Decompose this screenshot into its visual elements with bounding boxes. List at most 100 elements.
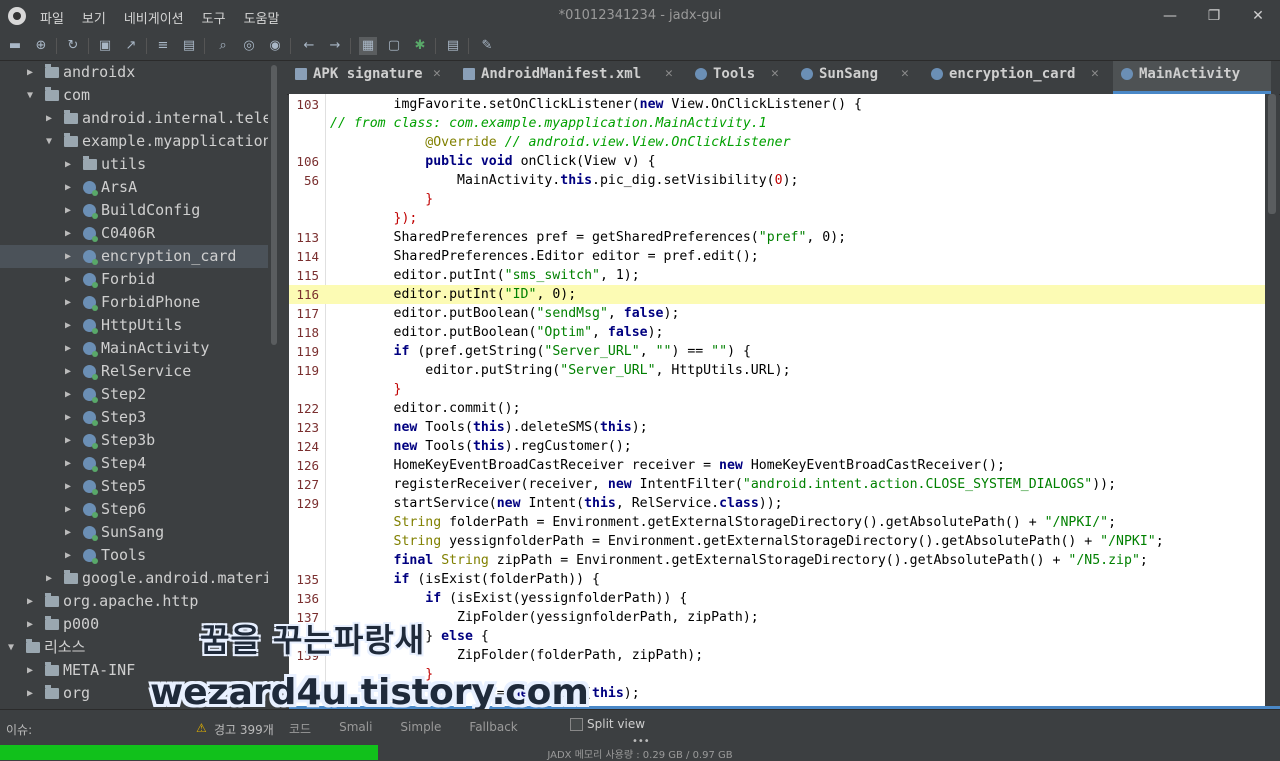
collapsed-arrow-icon[interactable]: ▶ xyxy=(27,61,39,84)
tree-item[interactable]: ▶ C0406R xyxy=(0,222,268,245)
collapsed-arrow-icon[interactable]: ▶ xyxy=(65,406,77,429)
tree-item[interactable]: ▼ com xyxy=(0,84,268,107)
expanded-arrow-icon[interactable]: ▼ xyxy=(46,130,58,153)
pane-splitter[interactable] xyxy=(281,61,287,709)
expanded-arrow-icon[interactable]: ▼ xyxy=(8,636,20,659)
collapsed-arrow-icon[interactable]: ▶ xyxy=(65,475,77,498)
code-line[interactable]: 115 editor.putInt("sms_switch", 1); xyxy=(289,266,1265,285)
collapsed-arrow-icon[interactable]: ▶ xyxy=(65,337,77,360)
decompile-icon[interactable]: ▦ xyxy=(359,37,377,55)
tree-item[interactable]: ▶ RelService xyxy=(0,360,268,383)
code-scroll-thumb[interactable] xyxy=(1268,94,1276,214)
warnings-count[interactable]: 경고 399개 xyxy=(214,721,274,738)
code-line[interactable]: 124 new Tools(this).regCustomer(); xyxy=(289,437,1265,456)
collapsed-arrow-icon[interactable]: ▶ xyxy=(65,498,77,521)
export-icon[interactable]: ↗ xyxy=(122,37,140,55)
tree-scrollbar[interactable] xyxy=(268,61,280,709)
code-line[interactable]: String folderPath = Environment.getExter… xyxy=(289,513,1265,532)
tree-item[interactable]: ▶ org.apache.http xyxy=(0,590,268,613)
tree-item[interactable]: ▶ HttpUtils xyxy=(0,314,268,337)
tree-item[interactable]: ▶ encryption_card xyxy=(0,245,268,268)
collapsed-arrow-icon[interactable]: ▶ xyxy=(65,452,77,475)
log-icon[interactable]: ▤ xyxy=(444,37,462,55)
close-tab-icon[interactable]: ✕ xyxy=(433,61,441,87)
collapsed-arrow-icon[interactable]: ▶ xyxy=(65,429,77,452)
bookmark-icon[interactable]: ▢ xyxy=(385,37,403,55)
tree-item[interactable]: ▶ android.internal.tele xyxy=(0,107,272,130)
tree-item[interactable]: ▶ Tools xyxy=(0,544,268,567)
close-tab-icon[interactable]: ✕ xyxy=(1091,61,1099,87)
package-icon[interactable]: ▤ xyxy=(180,37,198,55)
editor-tab[interactable]: MainActivity xyxy=(1113,61,1271,94)
close-tab-icon[interactable]: ✕ xyxy=(665,61,673,87)
collapsed-arrow-icon[interactable]: ▶ xyxy=(46,107,58,130)
code-line[interactable]: 118 editor.putBoolean("Optim", false); xyxy=(289,323,1265,342)
close-tab-icon[interactable]: ✕ xyxy=(901,61,909,87)
tree-item[interactable]: ▶ Step2 xyxy=(0,383,268,406)
tree-scroll-thumb[interactable] xyxy=(271,65,277,345)
expanded-arrow-icon[interactable]: ▼ xyxy=(27,84,39,107)
code-line[interactable]: // from class: com.example.myapplication… xyxy=(289,114,1265,133)
tree-item[interactable]: ▶ Forbid xyxy=(0,268,268,291)
editor-tab[interactable]: APK signature ✕ xyxy=(287,61,455,94)
collapsed-arrow-icon[interactable]: ▶ xyxy=(65,245,77,268)
code-line[interactable]: } xyxy=(289,380,1265,399)
code-line[interactable]: String yessignfolderPath = Environment.g… xyxy=(289,532,1265,551)
tree-item[interactable]: ▶ ArsA xyxy=(0,176,268,199)
tree-item[interactable]: ▶ BuildConfig xyxy=(0,199,268,222)
code-line[interactable]: @Override // android.view.View.OnClickLi… xyxy=(289,133,1265,152)
editor-tab[interactable]: AndroidManifest.xml ✕ xyxy=(455,61,687,94)
collapsed-arrow-icon[interactable]: ▶ xyxy=(65,199,77,222)
code-line[interactable]: 103 imgFavorite.setOnClickListener(new V… xyxy=(289,95,1265,114)
close-tab-icon[interactable]: ✕ xyxy=(771,61,779,87)
code-line[interactable]: 136 if (isExist(yessignfolderPath)) { xyxy=(289,589,1265,608)
split-view-checkbox[interactable] xyxy=(570,718,583,731)
code-line[interactable]: 137 ZipFolder(yessignfolderPath, zipPath… xyxy=(289,608,1265,627)
menu-help[interactable]: 도움말 xyxy=(244,8,280,27)
code-line[interactable]: 113 SharedPreferences pref = getSharedPr… xyxy=(289,228,1265,247)
collapsed-arrow-icon[interactable]: ▶ xyxy=(46,567,58,590)
code-editor[interactable]: 103 imgFavorite.setOnClickListener(new V… xyxy=(289,94,1265,706)
tab-smali[interactable]: Smali xyxy=(339,720,372,737)
find-usage-icon[interactable]: ◉ xyxy=(266,37,284,55)
flatten-icon[interactable]: ≡ xyxy=(154,37,172,55)
close-window-button[interactable]: ✕ xyxy=(1248,6,1268,26)
tree-item[interactable]: ▶ Step4 xyxy=(0,452,268,475)
maximize-button[interactable]: ❐ xyxy=(1204,6,1224,26)
code-line[interactable]: } else { xyxy=(289,627,1265,646)
code-line[interactable]: }); xyxy=(289,209,1265,228)
sync-icon[interactable]: ↻ xyxy=(64,37,82,55)
find-class-icon[interactable]: ◎ xyxy=(240,37,258,55)
tab-code[interactable]: 코드 xyxy=(289,720,311,737)
collapsed-arrow-icon[interactable]: ▶ xyxy=(65,222,77,245)
menu-tools[interactable]: 도구 xyxy=(202,8,226,27)
tree-item[interactable]: ▶ Step3 xyxy=(0,406,268,429)
code-line[interactable]: 122 editor.commit(); xyxy=(289,399,1265,418)
code-line[interactable]: 116 editor.putInt("ID", 0); xyxy=(289,285,1265,304)
code-line[interactable]: 117 editor.putBoolean("sendMsg", false); xyxy=(289,304,1265,323)
editor-tab[interactable]: encryption_card ✕ xyxy=(923,61,1113,94)
code-line[interactable]: final String zipPath = Environment.getEx… xyxy=(289,551,1265,570)
tree-item[interactable]: ▶ utils xyxy=(0,153,268,176)
code-line[interactable]: 139 ZipFolder(folderPath, zipPath); xyxy=(289,646,1265,665)
code-scrollbar[interactable] xyxy=(1265,94,1279,706)
open-icon[interactable]: ▬ xyxy=(6,37,24,55)
code-line[interactable]: 106 public void onClick(View v) { xyxy=(289,152,1265,171)
code-line[interactable]: 119 if (pref.getString("Server_URL", "")… xyxy=(289,342,1265,361)
code-line[interactable]: } xyxy=(289,190,1265,209)
collapsed-arrow-icon[interactable]: ▶ xyxy=(65,521,77,544)
menu-file[interactable]: 파일 xyxy=(40,8,64,27)
search-icon[interactable]: ⌕ xyxy=(214,37,232,55)
code-line[interactable]: 135 if (isExist(folderPath)) { xyxy=(289,570,1265,589)
code-line[interactable]: 119 editor.putString("Server_URL", HttpU… xyxy=(289,361,1265,380)
tree-item[interactable]: ▶ google.android.materi xyxy=(0,567,272,590)
collapsed-arrow-icon[interactable]: ▶ xyxy=(65,360,77,383)
tab-simple[interactable]: Simple xyxy=(400,720,441,737)
collapsed-arrow-icon[interactable]: ▶ xyxy=(27,590,39,613)
tab-fallback[interactable]: Fallback xyxy=(469,720,517,737)
collapsed-arrow-icon[interactable]: ▶ xyxy=(65,153,77,176)
tree-item[interactable]: ▼ example.myapplication xyxy=(0,130,272,153)
collapsed-arrow-icon[interactable]: ▶ xyxy=(27,682,39,705)
tree-item[interactable]: ▶ Step5 xyxy=(0,475,268,498)
code-line[interactable]: 126 HomeKeyEventBroadCastReceiver receiv… xyxy=(289,456,1265,475)
